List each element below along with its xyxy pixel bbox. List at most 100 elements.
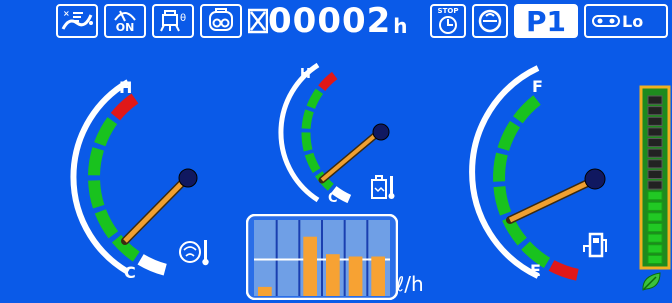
power-mode-label: P1 (525, 4, 566, 38)
hydraulic-oil-temp-low-label: C (328, 191, 338, 206)
eco-leaf-icon (642, 272, 661, 291)
hydraulic-oil-temp-segment (301, 132, 313, 152)
coolant-temp-needle-shadow (121, 174, 191, 245)
eco-gauge-segment (647, 254, 663, 264)
eco-gauge-segment (647, 201, 663, 211)
fuel-segment (502, 215, 527, 246)
coolant-temp-outer-arc (70, 79, 130, 275)
eco-gauge-frame (639, 85, 671, 270)
fuel-segment (521, 241, 551, 269)
coolant-temp-segments (88, 93, 167, 276)
eco-gauge-segment (647, 106, 663, 116)
eco-gauge-segment (647, 233, 663, 243)
fuel-consumption-bar (326, 254, 340, 296)
wiper-button[interactable]: ON (104, 4, 146, 38)
power-mode-indicator[interactable]: P1 (514, 4, 578, 38)
travel-speed-label: Lo (622, 11, 644, 31)
hydraulic-oil-temp-segment (330, 186, 352, 204)
engine-stop-button[interactable] (472, 4, 508, 38)
eco-gauge-segment (647, 180, 663, 190)
stop-timer-button[interactable]: STOP (430, 4, 466, 38)
coolant-temp-segment (88, 147, 104, 176)
hydraulic-oil-temp-segment (304, 152, 321, 173)
fuel-consumption-chart (246, 214, 398, 300)
eco-gauge-segment (647, 212, 663, 222)
wiper-icon (114, 10, 136, 22)
hydraulic-oil-temp-segment (301, 109, 314, 130)
coolant-temp-segment (94, 209, 119, 239)
engine-preheat-icon (209, 8, 233, 31)
fuel-consumption-bar (303, 236, 317, 296)
hour-meter-value: 00002 (268, 1, 392, 41)
hydraulic-oil-temp-icon (371, 175, 395, 199)
coolant-temp-icon (179, 240, 209, 266)
coolant-temp-needle-cap (178, 168, 198, 188)
fuel-segment (493, 152, 508, 182)
engine-stop-icon (478, 9, 502, 33)
coolant-temp-segment (110, 93, 139, 121)
fuel-consumption-bar (348, 256, 363, 296)
coolant-temp-segment (111, 234, 140, 262)
eco-gauge-segment (647, 138, 663, 148)
stop-timer-icon (439, 16, 457, 34)
eco-gauge-segment (647, 223, 663, 233)
hydraulic-oil-temp-gauge: H C (278, 62, 395, 206)
fuel-segment (513, 95, 541, 124)
hour-meter-unit: h (393, 14, 408, 38)
hydraulic-oil-temp-segment (318, 71, 338, 92)
fuel-needle (508, 178, 594, 223)
wiper-label: ON (115, 21, 135, 34)
hydraulic-oil-temp-needle (320, 131, 380, 182)
fuel-segment (493, 185, 512, 216)
track-speed-icon (592, 15, 620, 27)
work-mode-button[interactable]: θ (152, 4, 194, 38)
fuel-consumption-bar (258, 286, 272, 296)
coolant-temp-high-label: H (119, 78, 132, 97)
fuel-empty-label: E (530, 261, 541, 280)
hydraulic-oil-temp-segment (314, 171, 334, 191)
hydraulic-oil-temp-outer-arc (278, 62, 320, 203)
svg-text:θ: θ (180, 13, 186, 24)
hydraulic-oil-temp-segment (306, 88, 324, 109)
coolant-temp-segment (88, 180, 105, 209)
coolant-temp-segment (137, 254, 167, 276)
fuel-segments (493, 95, 579, 281)
travel-speed-button[interactable]: Lo (584, 4, 668, 38)
stop-label: STOP (437, 7, 459, 15)
hydraulic-oil-temp-segments (301, 71, 352, 204)
fuel-outer-arc (469, 65, 540, 279)
coolant-temp-segment (94, 117, 118, 147)
eco-gauge-segment (647, 148, 663, 158)
hydraulic-oil-temp-high-label: H (300, 67, 311, 82)
fuel-pump-icon (583, 232, 607, 258)
fuel-consumption-unit: ℓ/h (396, 272, 424, 296)
fuel-needle-shadow (506, 177, 596, 224)
coolant-temp-gauge: H C (70, 78, 209, 282)
eco-gauge-segment (647, 169, 663, 179)
eco-gauge-segment (647, 95, 663, 105)
coolant-temp-needle (123, 176, 189, 243)
auto-idle-button[interactable]: × (56, 4, 98, 38)
hour-meter-icon (248, 8, 268, 34)
eco-gauge-segments (647, 95, 663, 264)
fuel-segment (548, 260, 579, 281)
eco-gauge-segment (647, 159, 663, 169)
auto-idle-icon: × (61, 9, 93, 30)
preheat-button[interactable] (200, 4, 242, 38)
work-mode-icon: θ (160, 10, 186, 32)
eco-gauge-segment (647, 116, 663, 126)
hydraulic-oil-temp-needle-shadow (318, 129, 382, 184)
eco-gauge (639, 85, 671, 291)
fuel-segment (497, 120, 521, 152)
svg-text:×: × (63, 9, 70, 18)
eco-gauge-segment (647, 244, 663, 254)
coolant-temp-low-label: C (124, 263, 136, 282)
fuel-full-label: F (532, 77, 543, 96)
eco-gauge-segment (647, 127, 663, 137)
hydraulic-oil-temp-needle-cap (372, 123, 390, 141)
fuel-consumption-bar (371, 256, 385, 296)
fuel-gauge: F E (469, 65, 607, 281)
fuel-needle-cap (584, 168, 606, 190)
excavator-monitor-screen: × ON θ 00002 h STOP P1 Lo H C H C F E ℓ/… (0, 0, 672, 303)
hour-meter: 00002 h (248, 4, 408, 38)
